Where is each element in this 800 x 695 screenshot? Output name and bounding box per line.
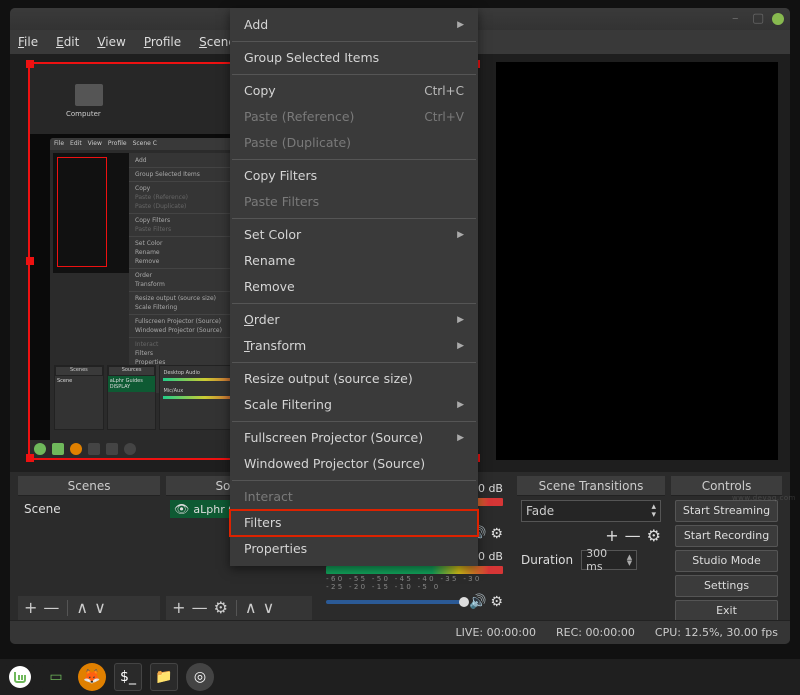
chevron-right-icon: ▶ <box>457 430 464 446</box>
ctx-copy[interactable]: CopyCtrl+C <box>230 78 478 104</box>
ctx-windowed-projector-source-[interactable]: Windowed Projector (Source) <box>230 451 478 477</box>
status-cpu: CPU: 12.5%, 30.00 fps <box>655 626 778 639</box>
source-add-button[interactable]: + <box>172 600 185 616</box>
taskbar-obs-icon[interactable]: ◎ <box>186 663 214 691</box>
transitions-panel: Scene Transitions Fade ▴▾ + — ⚙ Duration <box>517 476 665 620</box>
ctx-properties[interactable]: Properties <box>230 536 478 562</box>
start-recording-button[interactable]: Start Recording <box>675 525 778 547</box>
chevron-right-icon: ▶ <box>457 397 464 413</box>
resize-handle-ml[interactable] <box>26 257 34 265</box>
gear-icon[interactable]: ⚙ <box>490 594 503 610</box>
vu-ticks: -60 -55 -50 -45 -40 -35 -30 -25 -20 -15 … <box>326 575 503 591</box>
ctx-interact: Interact <box>230 484 478 510</box>
ctx-set-color[interactable]: Set Color▶ <box>230 222 478 248</box>
start-streaming-button[interactable]: Start Streaming <box>675 500 778 522</box>
taskbar-terminal-icon[interactable]: $_ <box>114 663 142 691</box>
scenes-list[interactable]: Scene <box>18 496 160 596</box>
vu-meter <box>326 566 503 574</box>
resize-handle-tl[interactable] <box>26 60 34 68</box>
ctx-filters[interactable]: Filters <box>230 510 478 536</box>
scene-remove-button[interactable]: — <box>43 600 59 616</box>
ctx-paste-filters: Paste Filters <box>230 189 478 215</box>
menu-edit[interactable]: Edit <box>56 35 79 49</box>
taskbar-firefox-icon[interactable]: 🦊 <box>78 663 106 691</box>
statusbar: LIVE: 00:00:00 REC: 00:00:00 CPU: 12.5%,… <box>10 620 790 644</box>
chevron-right-icon: ▶ <box>457 227 464 243</box>
slider-knob[interactable] <box>459 597 469 607</box>
select-arrows-icon: ▴▾ <box>651 503 656 519</box>
duration-value: 300 ms <box>586 547 627 573</box>
scene-add-button[interactable]: + <box>24 600 37 616</box>
ctx-remove[interactable]: Remove <box>230 274 478 300</box>
preview-empty-region <box>496 62 778 460</box>
ctx-resize-output-source-size-[interactable]: Resize output (source size) <box>230 366 478 392</box>
ctx-group-selected-items[interactable]: Group Selected Items <box>230 45 478 71</box>
ctx-order[interactable]: Order▶ <box>230 307 478 333</box>
source-settings-button[interactable]: ⚙ <box>214 600 228 616</box>
scenes-header: Scenes <box>18 476 160 496</box>
duration-label: Duration <box>521 553 573 567</box>
menu-profile[interactable]: Profile <box>144 35 181 49</box>
close-button[interactable] <box>772 13 784 25</box>
scenes-panel: Scenes Scene + — ∧ ∨ <box>18 476 160 620</box>
watermark: www.devaq.com <box>732 494 796 502</box>
scene-up-button[interactable]: ∧ <box>76 600 88 616</box>
scenes-footer: + — ∧ ∨ <box>18 596 160 620</box>
window-buttons: – ▢ <box>732 13 784 25</box>
speaker-icon[interactable]: 🔊 <box>469 594 486 610</box>
spinner-arrows-icon[interactable]: ▲▼ <box>627 554 632 566</box>
settings-button[interactable]: Settings <box>675 575 778 597</box>
ctx-copy-filters[interactable]: Copy Filters <box>230 163 478 189</box>
eye-icon[interactable]: 👁 <box>174 502 189 516</box>
chevron-right-icon: ▶ <box>457 312 464 328</box>
transition-add-button[interactable]: + <box>605 528 618 544</box>
transition-remove-button[interactable]: — <box>625 528 641 544</box>
sources-footer: + — ⚙ ∧ ∨ <box>166 596 312 620</box>
status-live: LIVE: 00:00:00 <box>456 626 536 639</box>
studio-mode-button[interactable]: Studio Mode <box>675 550 778 572</box>
system-taskbar: ▭ 🦊 $_ 📁 ◎ <box>0 659 800 695</box>
chevron-right-icon: ▶ <box>457 17 464 33</box>
scene-item[interactable]: Scene <box>22 500 156 518</box>
transition-selected: Fade <box>526 504 554 518</box>
maximize-button[interactable]: ▢ <box>752 14 762 24</box>
gear-icon[interactable]: ⚙ <box>490 526 503 542</box>
ctx-rename[interactable]: Rename <box>230 248 478 274</box>
source-remove-button[interactable]: — <box>192 600 208 616</box>
ctx-paste-duplicate-: Paste (Duplicate) <box>230 130 478 156</box>
duration-spinner[interactable]: 300 ms ▲▼ <box>581 550 637 570</box>
ctx-fullscreen-projector-source-[interactable]: Fullscreen Projector (Source)▶ <box>230 425 478 451</box>
minimize-button[interactable]: – <box>732 14 742 24</box>
transition-settings-button[interactable]: ⚙ <box>647 528 661 544</box>
status-rec: REC: 00:00:00 <box>556 626 635 639</box>
ctx-add[interactable]: Add▶ <box>230 12 478 38</box>
context-menu[interactable]: Add▶Group Selected ItemsCopyCtrl+CPaste … <box>230 8 478 566</box>
controls-header: Controls <box>671 476 782 496</box>
ctx-scale-filtering[interactable]: Scale Filtering▶ <box>230 392 478 418</box>
source-down-button[interactable]: ∨ <box>263 600 275 616</box>
scene-down-button[interactable]: ∨ <box>94 600 106 616</box>
ctx-transform[interactable]: Transform▶ <box>230 333 478 359</box>
exit-button[interactable]: Exit <box>675 600 778 622</box>
ctx-paste-reference-: Paste (Reference)Ctrl+V <box>230 104 478 130</box>
resize-handle-bl[interactable] <box>26 454 34 462</box>
menu-file[interactable]: File <box>18 35 38 49</box>
taskbar-files-icon[interactable]: ▭ <box>42 663 70 691</box>
transitions-header: Scene Transitions <box>517 476 665 496</box>
chevron-right-icon: ▶ <box>457 338 464 354</box>
source-up-button[interactable]: ∧ <box>245 600 257 616</box>
transition-select[interactable]: Fade ▴▾ <box>521 500 661 522</box>
menu-view[interactable]: View <box>97 35 125 49</box>
volume-slider[interactable] <box>326 600 465 604</box>
taskbar-filemanager-icon[interactable]: 📁 <box>150 663 178 691</box>
mint-menu-icon[interactable] <box>6 663 34 691</box>
